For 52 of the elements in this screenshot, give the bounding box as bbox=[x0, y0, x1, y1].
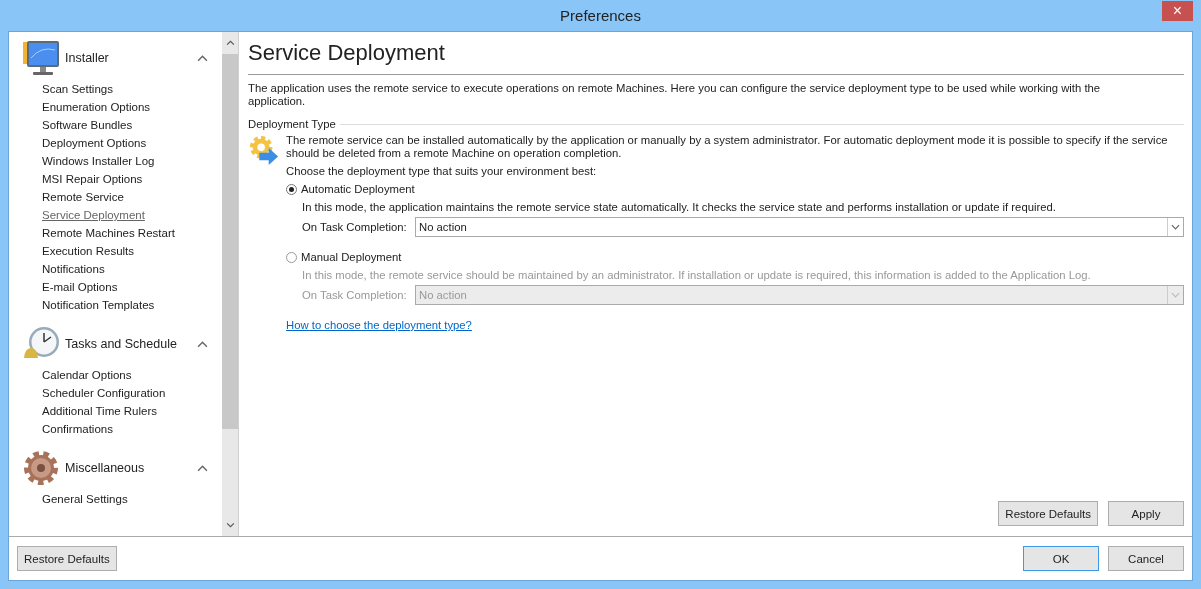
sidebar-link[interactable]: Notification Templates bbox=[42, 296, 222, 314]
field-label: On Task Completion: bbox=[302, 221, 408, 233]
field-label: On Task Completion: bbox=[302, 289, 408, 301]
monitor-icon bbox=[21, 38, 61, 78]
prompt-text: Choose the deployment type that suits your environment best: bbox=[286, 165, 598, 177]
radio-option[interactable]: Automatic Deployment bbox=[286, 183, 1184, 195]
scroll-thumb[interactable] bbox=[222, 54, 238, 429]
section-description: The remote service can be installed automatically by the application or manually by a system administrator. For automatic deployment mode it is possible to specify if the service should be deleted from a remote Machine on operation completion. bbox=[286, 134, 1169, 160]
intro-text: The application uses the remote service to execute operations on remote Machines. Here you can configure the service deployment type to be used while working with the application. bbox=[248, 82, 1102, 108]
option-description: In this mode, the remote service should be maintained by an administrator. If installation or update is required, this information is added to the Application Log. bbox=[302, 269, 1092, 281]
help-link[interactable]: How to choose the deployment type? bbox=[286, 319, 472, 331]
sidebar-link[interactable]: Enumeration Options bbox=[42, 98, 222, 116]
group-title[interactable]: Miscellaneous bbox=[65, 461, 197, 475]
window-title: Preferences bbox=[560, 7, 641, 24]
sidebar-link[interactable]: Notifications bbox=[42, 260, 222, 278]
scroll-down-icon[interactable] bbox=[225, 522, 235, 528]
collapse-chevron-icon[interactable] bbox=[197, 340, 208, 348]
sidebar-link[interactable]: Deployment Options bbox=[42, 134, 222, 152]
sidebar-link[interactable]: Remote Machines Restart bbox=[42, 224, 222, 242]
group-title[interactable]: Installer bbox=[65, 51, 197, 65]
sidebar-link[interactable]: Execution Results bbox=[42, 242, 222, 260]
group-title[interactable]: Tasks and Schedule bbox=[65, 337, 197, 351]
dialog-button[interactable]: Cancel bbox=[1108, 546, 1184, 571]
page-heading: Service Deployment bbox=[248, 40, 1184, 75]
scroll-up-icon[interactable] bbox=[225, 40, 235, 46]
sidebar-link[interactable]: Calendar Options bbox=[42, 366, 222, 384]
sidebar-link[interactable]: Scheduler Configuration bbox=[42, 384, 222, 402]
sidebar-link[interactable]: Confirmations bbox=[42, 420, 222, 438]
collapse-chevron-icon[interactable] bbox=[197, 464, 208, 472]
collapse-chevron-icon[interactable] bbox=[197, 54, 208, 62]
sidebar-link[interactable]: Scan Settings bbox=[42, 80, 222, 98]
gear-arrow-icon bbox=[248, 134, 280, 166]
sidebar-link[interactable]: General Settings bbox=[42, 490, 222, 508]
sidebar-link[interactable]: Windows Installer Log bbox=[42, 152, 222, 170]
section-title: Deployment Type bbox=[248, 118, 336, 130]
sidebar-link[interactable]: MSI Repair Options bbox=[42, 170, 222, 188]
sidebar-link[interactable]: Additional Time Rulers bbox=[42, 402, 222, 420]
option-description: In this mode, the application maintains the remote service state automatically. It checks the service state and performs installation or update if required. bbox=[302, 201, 1057, 213]
dialog-button[interactable]: Apply bbox=[1108, 501, 1184, 526]
radio-label[interactable]: Automatic Deployment bbox=[301, 183, 415, 195]
restore-defaults-button[interactable]: Restore Defaults bbox=[17, 546, 117, 571]
dialog-button[interactable]: OK bbox=[1023, 546, 1099, 571]
sidebar-link[interactable]: Service Deployment bbox=[42, 206, 222, 224]
sidebar-link[interactable]: Software Bundles bbox=[42, 116, 222, 134]
gear-icon bbox=[21, 448, 61, 488]
close-button[interactable]: × bbox=[1162, 1, 1193, 21]
sidebar-link[interactable]: Remote Service bbox=[42, 188, 222, 206]
sidebar-link[interactable]: E-mail Options bbox=[42, 278, 222, 296]
radio-button[interactable] bbox=[286, 183, 297, 195]
dropdown[interactable]: No action bbox=[415, 217, 1184, 237]
scrollbar[interactable] bbox=[222, 32, 238, 536]
dialog-button[interactable]: Restore Defaults bbox=[998, 501, 1098, 526]
